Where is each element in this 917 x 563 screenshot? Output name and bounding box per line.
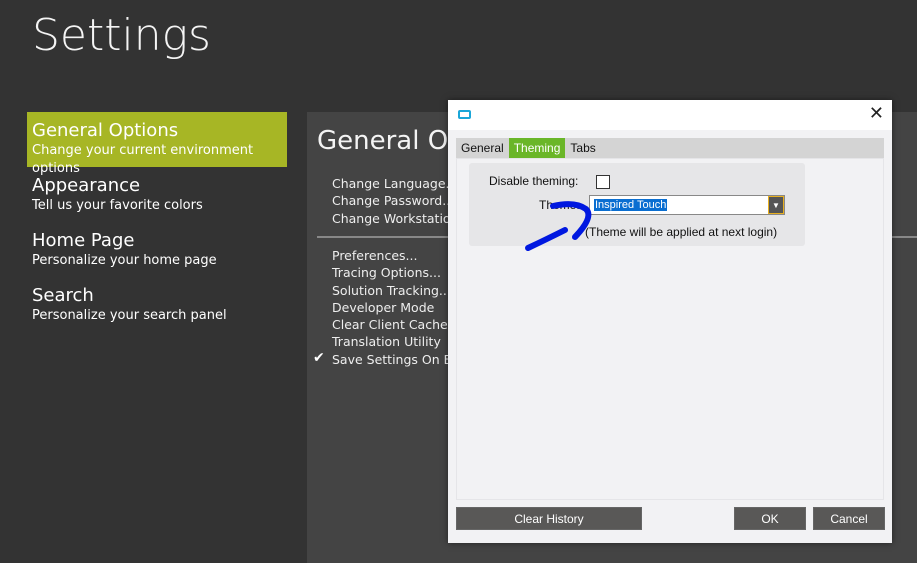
- theme-note: (Theme will be applied at next login): [585, 225, 778, 239]
- nav-subtitle: Personalize your search panel: [32, 308, 227, 323]
- nav-title: General Options: [32, 120, 179, 141]
- nav-search[interactable]: Search Personalize your search panel: [27, 277, 287, 332]
- ok-button[interactable]: OK: [734, 507, 806, 530]
- theme-select[interactable]: Inspired Touch ▼: [589, 195, 785, 215]
- theming-dialog: ✕ General Theming Tabs Disable theming: …: [448, 100, 892, 543]
- nav-appearance[interactable]: Appearance Tell us your favorite colors: [27, 167, 287, 222]
- pen-scribble-annotation: [525, 201, 592, 251]
- clear-history-button[interactable]: Clear History: [456, 507, 642, 530]
- nav-title: Search: [32, 285, 94, 306]
- chevron-down-icon[interactable]: ▼: [768, 196, 784, 214]
- theme-value: Inspired Touch: [594, 199, 668, 211]
- panel-heading: General Op: [317, 126, 465, 156]
- nav-general-options[interactable]: General Options Change your current envir…: [27, 112, 287, 176]
- nav-subtitle: Personalize your home page: [32, 253, 217, 268]
- nav-title: Home Page: [32, 230, 135, 251]
- cancel-button[interactable]: Cancel: [813, 507, 885, 530]
- disable-theming-label: Disable theming:: [489, 174, 579, 188]
- nav-title: Appearance: [32, 175, 141, 196]
- close-icon[interactable]: ✕: [869, 103, 884, 124]
- tab-general[interactable]: General: [456, 138, 509, 158]
- tab-tabs[interactable]: Tabs: [565, 138, 600, 158]
- disable-theming-checkbox[interactable]: [596, 175, 610, 189]
- nav-subtitle: Tell us your favorite colors: [32, 198, 203, 213]
- nav-home-page[interactable]: Home Page Personalize your home page: [27, 222, 287, 277]
- dialog-titlebar: ✕: [448, 100, 892, 130]
- app-icon: [458, 110, 471, 119]
- checkmark-icon: ✔: [313, 350, 325, 366]
- page-title: Settings: [32, 10, 211, 61]
- tab-theming[interactable]: Theming: [508, 138, 566, 158]
- tab-bar: General Theming Tabs: [456, 138, 884, 158]
